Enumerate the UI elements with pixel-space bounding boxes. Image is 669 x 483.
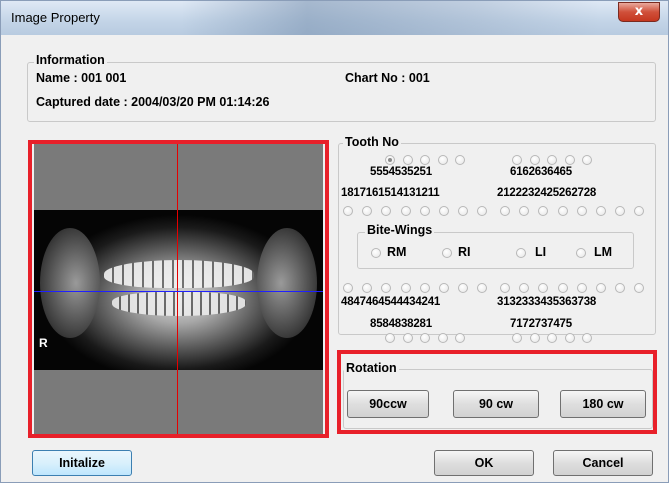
tooth-62-radio[interactable] [529,155,540,165]
upper-primary-left-numbers: 61 62 63 64 65 [510,166,572,178]
upper-permanent-right-numbers: 18 17 16 15 14 13 12 11 [341,187,440,199]
lower-primary-right-numbers: 85 84 83 82 81 [370,318,432,330]
bitewing-lm-label: LM [594,245,613,259]
tooth-75-radio[interactable] [582,333,592,343]
upper-primary-right-numbers: 55 54 53 52 51 [370,166,432,178]
tooth-63-radio[interactable] [547,155,557,165]
tooth-74-radio[interactable] [564,333,575,343]
tooth-14-radio[interactable] [419,206,430,216]
rotation-highlight-box [337,350,657,434]
tooth-31-radio[interactable] [500,283,510,293]
tooth-35-radio[interactable] [576,283,587,293]
tooth-65-radio[interactable] [582,155,592,165]
tooth-73-radio[interactable] [547,333,557,343]
tooth-81-radio[interactable] [455,333,465,343]
upper-permanent-left-numbers: 21 22 23 24 25 26 27 28 [497,187,597,199]
window-title: Image Property [11,10,100,25]
tooth-82-radio[interactable] [437,333,448,343]
tooth-64-radio[interactable] [564,155,575,165]
tooth-15-radio[interactable] [400,206,411,216]
tooth-25-radio[interactable] [576,206,587,216]
initialize-button[interactable]: Initalize [32,450,132,476]
tooth-72-radio[interactable] [529,333,540,343]
bitewings-label: Bite-Wings [365,223,435,237]
tooth-52-radio[interactable] [437,155,448,165]
tooth-55-radio[interactable] [385,155,395,165]
tooth-21-radio[interactable] [500,206,510,216]
bitewing-rm-label: RM [387,245,407,259]
title-bar-glass [181,1,601,35]
ok-button[interactable]: OK [434,450,534,476]
tooth-54-radio[interactable] [402,155,413,165]
bitewing-ri-label: RI [458,245,471,259]
bitewing-rm-radio[interactable] [371,248,381,258]
cancel-button[interactable]: Cancel [553,450,653,476]
tooth-18-radio[interactable] [343,206,353,216]
bitewing-ri-radio[interactable] [442,248,452,258]
information-group-label: Information [34,53,107,67]
patient-name: Name : 001 001 [36,71,127,85]
bitewing-li-label: LI [535,245,547,259]
tooth-53-radio[interactable] [420,155,430,165]
tooth-83-radio[interactable] [420,333,430,343]
tooth-71-radio[interactable] [512,333,522,343]
tooth-51-radio[interactable] [455,155,465,165]
lower-permanent-left-numbers: 31 32 33 34 35 36 37 38 [497,296,597,308]
tooth-84-radio[interactable] [402,333,413,343]
tooth-45-radio[interactable] [400,283,411,293]
tooth-43-radio[interactable] [439,283,449,293]
tooth-26-radio[interactable] [596,206,606,216]
tooth-85-radio[interactable] [385,333,395,343]
chart-number: Chart No : 001 [345,71,430,85]
close-icon: x [634,4,644,19]
tooth-61-radio[interactable] [512,155,522,165]
tooth-24-radio[interactable] [557,206,568,216]
close-button[interactable]: x [618,2,660,22]
tooth-48-radio[interactable] [343,283,353,293]
tooth-36-radio[interactable] [596,283,606,293]
lower-permanent-right-numbers: 48 47 46 45 44 43 42 41 [341,296,441,308]
preview-highlight-box [28,140,329,438]
lower-primary-left-numbers: 71 72 73 74 75 [510,318,572,330]
title-bar[interactable]: Image Property x [1,1,668,35]
bitewing-lm-radio[interactable] [576,248,586,258]
tooth-34-radio[interactable] [557,283,568,293]
tooth-44-radio[interactable] [419,283,430,293]
tooth-number-label: Tooth No [343,135,401,149]
captured-date: Captured date : 2004/03/20 PM 01:14:26 [36,95,270,109]
bitewing-li-radio[interactable] [516,248,526,258]
tooth-13-radio[interactable] [439,206,449,216]
